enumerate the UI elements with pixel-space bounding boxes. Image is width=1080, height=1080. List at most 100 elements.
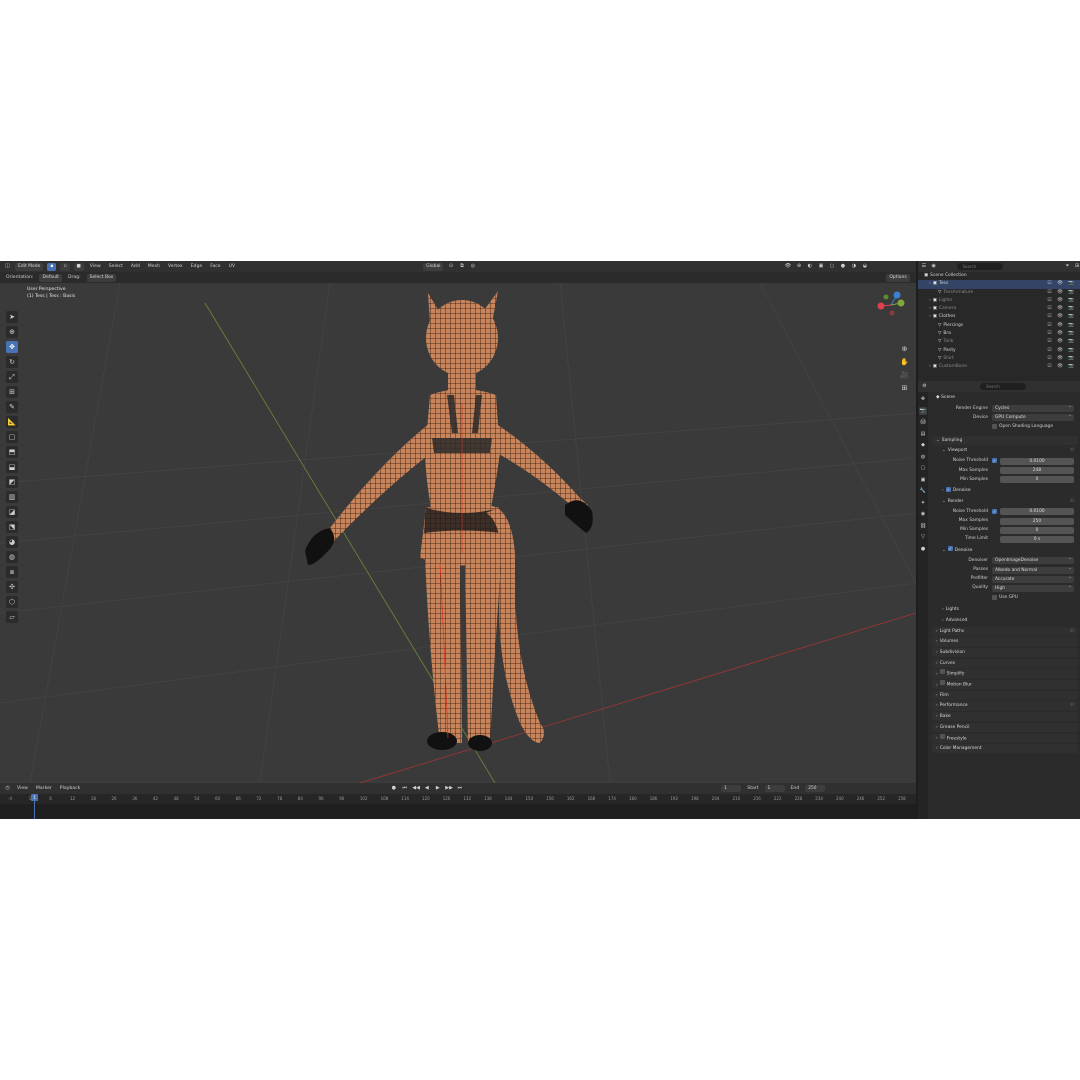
outliner-row[interactable]: ▽ Shirt ☑ 👁 📷 xyxy=(918,355,1080,363)
outliner-row[interactable]: › ▣ Tess ☑ 👁 📷 xyxy=(918,280,1080,289)
render-engine-dropdown[interactable]: Cycles xyxy=(992,403,1074,412)
outliner-row[interactable]: ▽ Bra ☑ 👁 📷 xyxy=(918,330,1080,338)
timeline-track-area[interactable] xyxy=(0,804,916,819)
prefilter-dropdown[interactable]: Accurate xyxy=(992,574,1074,583)
panel-motion-blur[interactable]: › Motion Blur xyxy=(932,680,1078,690)
mode-dropdown[interactable]: Edit Mode xyxy=(15,262,44,271)
vp-noise-threshold-checkbox[interactable]: ✓ xyxy=(992,458,997,464)
panel-viewport[interactable]: ⌄ Viewport ☷ xyxy=(938,446,1078,455)
knife-tool-icon[interactable]: ◪ xyxy=(6,506,18,518)
panel-color-management[interactable]: › Color Management xyxy=(932,744,1078,754)
camera-view-icon[interactable]: 🎥 xyxy=(900,371,909,380)
outliner-row[interactable]: ▣ Scene Collection xyxy=(918,272,1080,280)
vp-noise-threshold-field[interactable]: 0.0100 xyxy=(1000,457,1074,465)
editor-type-icon[interactable]: ◫ xyxy=(4,263,11,270)
scene-tab-icon[interactable]: ◆ xyxy=(919,441,927,449)
drag-dropdown[interactable]: Select Box xyxy=(86,273,117,282)
preset-icon[interactable]: ☷ xyxy=(1070,446,1074,455)
transform-tool-icon[interactable]: ⊞ xyxy=(6,386,18,398)
panel-grease-pencil[interactable]: › Grease Pencil xyxy=(932,722,1078,732)
poly-build-tool-icon[interactable]: ⬔ xyxy=(6,521,18,533)
shading-wire-icon[interactable]: ○ xyxy=(828,263,835,270)
material-tab-icon[interactable]: ● xyxy=(919,545,927,553)
current-frame-field[interactable]: 1 xyxy=(721,785,742,792)
menu-vertex[interactable]: Vertex xyxy=(166,264,185,269)
cursor-tool-icon[interactable]: ⊕ xyxy=(6,326,18,338)
panel-volumes[interactable]: › Volumes xyxy=(932,637,1078,647)
bevel-tool-icon[interactable]: ◩ xyxy=(6,476,18,488)
menu-uv[interactable]: UV xyxy=(227,264,238,269)
outliner-row[interactable]: › ▣ CustomBone ☑ 👁 📷 xyxy=(918,363,1080,371)
row-visibility-icons[interactable]: ☑ 👁 📷 xyxy=(1047,363,1076,371)
panel-light-paths[interactable]: › Light Paths ☷ xyxy=(932,626,1078,636)
character-mesh[interactable] xyxy=(305,291,593,751)
particles-tab-icon[interactable]: ✦ xyxy=(919,499,927,507)
timeline-menu-marker[interactable]: Marker xyxy=(34,786,54,791)
annotate-tool-icon[interactable]: ✎ xyxy=(6,401,18,413)
row-visibility-icons[interactable]: ☑ 👁 📷 xyxy=(1047,297,1076,305)
vp-max-samples-field[interactable]: 248 xyxy=(1000,467,1074,475)
loop-cut-tool-icon[interactable]: ▥ xyxy=(6,491,18,503)
output-tab-icon[interactable]: 🖨 xyxy=(919,418,927,426)
outliner-row[interactable]: › ▣ Lights ☑ 👁 📷 xyxy=(918,297,1080,305)
playhead-frame[interactable]: 1 xyxy=(31,794,38,801)
xray-icon[interactable]: ▣ xyxy=(817,263,824,270)
menu-add[interactable]: Add xyxy=(129,264,142,269)
jump-start-icon[interactable]: ⏮ xyxy=(401,785,408,792)
expand-arrow-icon[interactable]: › xyxy=(929,281,931,286)
render-tab-icon[interactable]: 📷 xyxy=(919,406,927,415)
r-noise-threshold-field[interactable]: 0.0100 xyxy=(1000,508,1074,516)
next-key-icon[interactable]: ▶▶ xyxy=(445,785,453,792)
frame-ruler[interactable]: -4 1 6 12 18 26 36 42 48 54 60 66 72 78 84 90 96 102 108 11… xyxy=(0,794,916,804)
panel-sampling[interactable]: ⌄ Sampling xyxy=(932,435,1078,445)
outliner-editor-icon[interactable]: ☰ xyxy=(921,263,927,270)
shrink-fatten-tool-icon[interactable]: ✣ xyxy=(6,581,18,593)
orientation-dropdown[interactable]: Default xyxy=(39,273,62,282)
properties-editor-icon[interactable]: ⚙ xyxy=(921,383,928,390)
performance-preset-icon[interactable]: ☷ xyxy=(1070,701,1074,710)
row-visibility-icons[interactable]: ☑ 👁 📷 xyxy=(1047,313,1076,321)
light-paths-preset-icon[interactable]: ☷ xyxy=(1070,627,1074,636)
spin-tool-icon[interactable]: ◕ xyxy=(6,536,18,548)
add-cube-tool-icon[interactable]: ▢ xyxy=(6,431,18,443)
panel-vp-denoise[interactable]: › ✓ Denoise xyxy=(938,486,1078,495)
panel-r-denoise[interactable]: ⌄ ✓ Denoise xyxy=(938,546,1078,555)
new-collection-icon[interactable]: ⊞ xyxy=(1074,263,1080,270)
panel-freestyle[interactable]: › Freestyle xyxy=(932,733,1078,743)
shear-tool-icon[interactable]: ⬡ xyxy=(6,596,18,608)
timeline-menu-playback[interactable]: Playback xyxy=(58,786,83,791)
scale-tool-icon[interactable]: ⤢ xyxy=(6,371,18,383)
timeline-menu-view[interactable]: View xyxy=(15,786,30,791)
tool-tab-icon[interactable]: ✥ xyxy=(919,395,927,403)
outliner-search-input[interactable]: Search xyxy=(956,263,1003,270)
object-tab-icon[interactable]: ▣ xyxy=(919,476,927,484)
end-frame-field[interactable]: 250 xyxy=(805,785,826,792)
outliner-row[interactable]: › ▣ Camera ☑ 👁 📷 xyxy=(918,305,1080,313)
r-noise-threshold-checkbox[interactable]: ✓ xyxy=(992,508,997,514)
expand-arrow-icon[interactable]: › xyxy=(929,298,931,303)
shading-rendered-icon[interactable]: ◒ xyxy=(861,263,868,270)
expand-arrow-icon[interactable]: › xyxy=(929,364,931,369)
smooth-tool-icon[interactable]: ◍ xyxy=(6,551,18,563)
prev-key-icon[interactable]: ◀◀ xyxy=(412,785,420,792)
filter-icon[interactable]: ⏷ xyxy=(1065,263,1071,270)
render-preset-icon[interactable]: ☷ xyxy=(1070,497,1074,506)
outliner-row[interactable]: ▽ Tank ☑ 👁 📷 xyxy=(918,338,1080,346)
row-visibility-icons[interactable]: ☑ 👁 📷 xyxy=(1047,289,1076,297)
constraints-tab-icon[interactable]: ⛓ xyxy=(919,522,927,530)
move-tool-icon[interactable]: ✥ xyxy=(6,341,18,353)
options-dropdown[interactable]: Options xyxy=(886,273,910,282)
properties-search-input[interactable]: Search xyxy=(980,383,1026,390)
vp-min-samples-field[interactable]: 0 xyxy=(1000,476,1074,484)
view-layer-tab-icon[interactable]: ▤ xyxy=(919,430,927,438)
pan-hand-icon[interactable]: ✋ xyxy=(900,358,909,367)
display-mode-icon[interactable]: ◉ xyxy=(931,263,937,270)
r-min-samples-field[interactable]: 0 xyxy=(1000,526,1074,534)
panel-subdivision[interactable]: › Subdivision xyxy=(932,648,1078,658)
panel-performance[interactable]: › Performance ☷ xyxy=(932,701,1078,711)
world-tab-icon[interactable]: ◍ xyxy=(919,453,927,461)
grid-view-icon[interactable]: ⊞ xyxy=(900,384,909,393)
data-tab-icon[interactable]: ▽ xyxy=(919,533,927,541)
outliner-row[interactable]: › ▣ Clothes ☑ 👁 📷 xyxy=(918,313,1080,321)
shading-solid-icon[interactable]: ● xyxy=(839,263,846,270)
